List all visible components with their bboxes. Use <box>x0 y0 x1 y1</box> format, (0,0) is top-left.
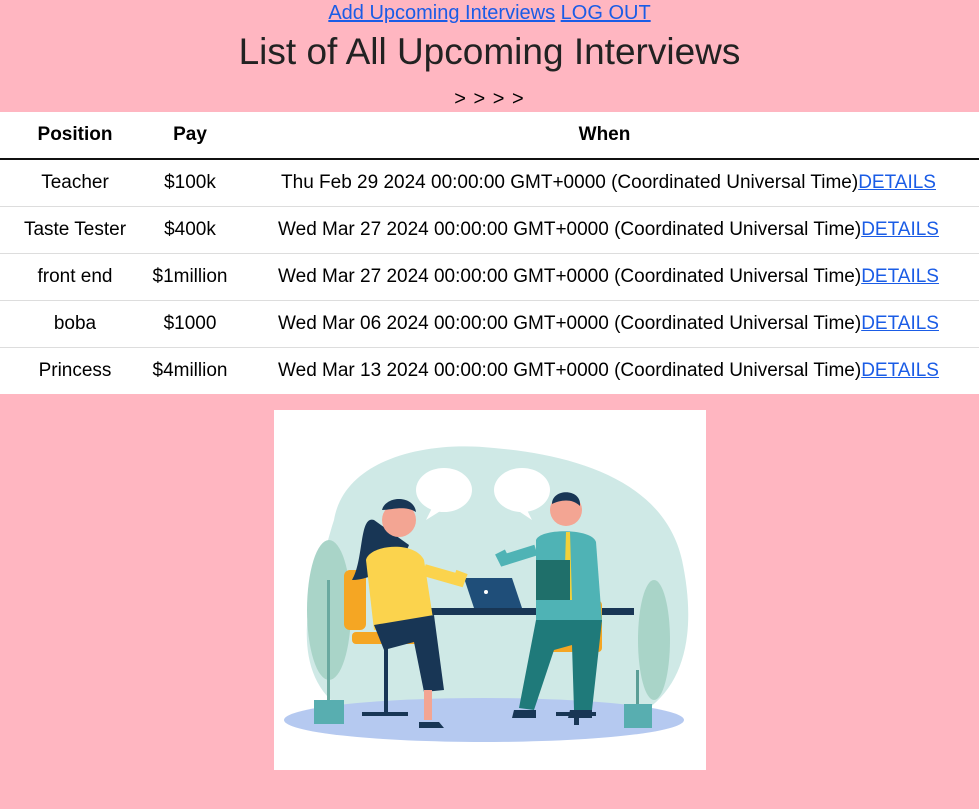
details-link[interactable]: DETAILS <box>861 219 939 240</box>
when-text: Wed Mar 13 2024 00:00:00 GMT+0000 (Coord… <box>278 360 862 381</box>
interviews-table: Position Pay When Teacher $100k Thu Feb … <box>0 112 979 394</box>
interview-illustration-icon <box>283 446 688 742</box>
when-cell: Thu Feb 29 2024 00:00:00 GMT+0000 (Coord… <box>230 159 979 207</box>
header-position: Position <box>0 112 150 160</box>
when-cell: Wed Mar 13 2024 00:00:00 GMT+0000 (Coord… <box>230 348 979 395</box>
table-row: Taste Tester $400k Wed Mar 27 2024 00:00… <box>0 206 979 254</box>
when-text: Wed Mar 27 2024 00:00:00 GMT+0000 (Coord… <box>278 219 862 240</box>
when-text: Wed Mar 06 2024 00:00:00 GMT+0000 (Coord… <box>278 313 862 334</box>
pay-cell: $1million <box>150 253 230 301</box>
table-row: Teacher $100k Thu Feb 29 2024 00:00:00 G… <box>0 159 979 207</box>
position-cell: Teacher <box>0 159 150 207</box>
position-cell: boba <box>0 300 150 348</box>
add-upcoming-interviews-link[interactable]: Add Upcoming Interviews <box>328 2 555 24</box>
when-text: Wed Mar 27 2024 00:00:00 GMT+0000 (Coord… <box>278 266 862 287</box>
position-cell: front end <box>0 253 150 301</box>
when-cell: Wed Mar 27 2024 00:00:00 GMT+0000 (Coord… <box>230 206 979 254</box>
position-cell: Princess <box>38 360 112 381</box>
top-nav: Add Upcoming Interviews LOG OUT <box>0 0 979 26</box>
pay-cell: $4million <box>152 360 228 381</box>
interview-illustration <box>273 410 706 770</box>
table-row: Princess $4million Wed Mar 13 2024 00:00… <box>0 348 979 395</box>
page-title: List of All Upcoming Interviews <box>238 31 741 72</box>
details-link[interactable]: DETAILS <box>861 313 939 334</box>
when-text: Thu Feb 29 2024 00:00:00 GMT+0000 (Coord… <box>281 172 859 193</box>
header-when: When <box>230 112 979 160</box>
details-link[interactable]: DETAILS <box>861 266 939 287</box>
arrows-text: > > > > <box>454 88 525 110</box>
when-cell: Wed Mar 06 2024 00:00:00 GMT+0000 (Coord… <box>230 300 979 348</box>
pay-cell: $100k <box>150 159 230 207</box>
header-pay: Pay <box>150 112 230 160</box>
table-row: front end $1million Wed Mar 27 2024 00:0… <box>0 253 979 301</box>
pay-cell: $400k <box>150 206 230 254</box>
table-row: boba $1000 Wed Mar 06 2024 00:00:00 GMT+… <box>0 300 979 348</box>
details-link[interactable]: DETAILS <box>858 172 936 193</box>
position-cell: Taste Tester <box>0 206 150 254</box>
pay-cell: $1000 <box>150 300 230 348</box>
logout-link[interactable]: LOG OUT <box>561 2 651 24</box>
details-link[interactable]: DETAILS <box>861 360 939 381</box>
when-cell: Wed Mar 27 2024 00:00:00 GMT+0000 (Coord… <box>230 253 979 301</box>
table-header-row: Position Pay When <box>0 112 979 160</box>
